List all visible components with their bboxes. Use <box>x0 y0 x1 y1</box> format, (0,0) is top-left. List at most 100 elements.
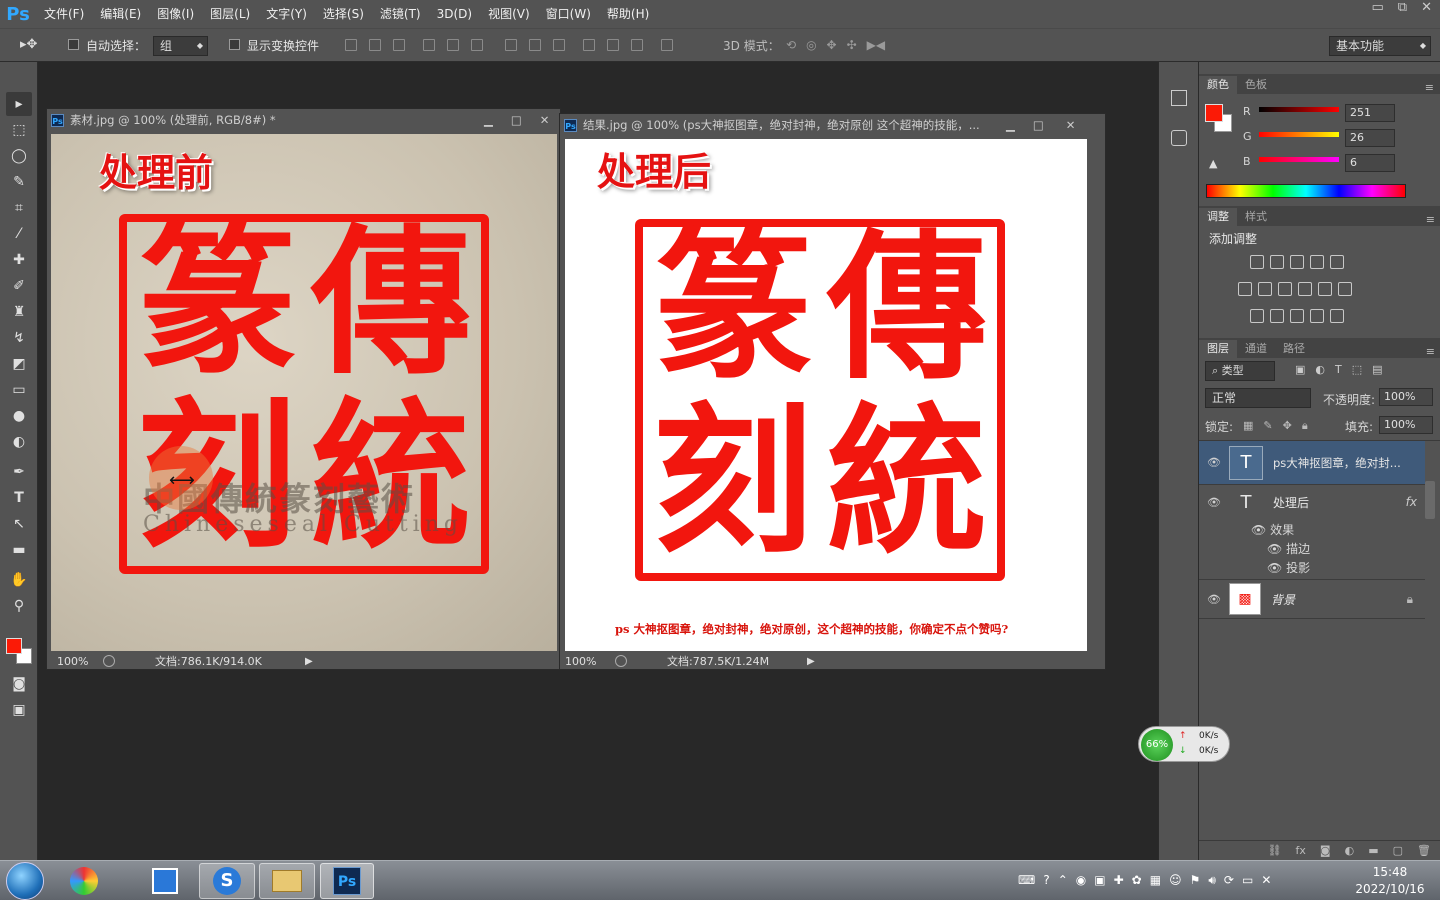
minimize-icon[interactable]: ▭ <box>1372 0 1384 20</box>
color-balance-icon[interactable] <box>1258 282 1272 296</box>
3d-slide-icon[interactable]: ✣ <box>847 38 857 52</box>
menu-select[interactable]: 选择(S) <box>315 0 372 28</box>
marquee-tool-icon[interactable]: ⬚ <box>6 118 32 142</box>
distribute-left-icon[interactable] <box>583 39 595 51</box>
help-icon[interactable]: ? <box>1043 873 1049 888</box>
pen-tool-icon[interactable]: ✒ <box>6 460 32 484</box>
canvas-original[interactable]: 处理前 傳 統 篆 刻 中國傳統篆刻藝術 Chineseseal Cutting… <box>51 134 557 651</box>
delete-layer-icon[interactable]: 🗑︎ <box>1417 844 1431 857</box>
tray-monitor-icon[interactable]: ▭ <box>1242 873 1253 888</box>
taskbar-media-icon[interactable] <box>142 863 188 899</box>
tray-app-icon[interactable]: ✚ <box>1114 873 1124 888</box>
healing-brush-tool-icon[interactable]: ✚ <box>6 248 32 272</box>
align-vcenter-icon[interactable] <box>369 39 381 51</box>
document-title-bar[interactable]: Ps 结果.jpg @ 100% (ps大神抠图章，绝对封神，绝对原创 这个超神… <box>560 114 1105 136</box>
gradient-map-icon[interactable] <box>1330 309 1344 323</box>
blur-tool-icon[interactable]: ● <box>6 404 32 428</box>
close-icon[interactable]: ✕ <box>1421 0 1432 20</box>
keyboard-icon[interactable]: ⌨ <box>1018 873 1035 888</box>
menu-image[interactable]: 图像(I) <box>149 0 202 28</box>
wechat-icon[interactable]: ◉ <box>1076 873 1086 888</box>
eraser-tool-icon[interactable]: ◩ <box>6 352 32 376</box>
filter-shape-icon[interactable]: ⬚ <box>1352 363 1362 376</box>
menu-type[interactable]: 文字(Y) <box>258 0 315 28</box>
distribute-hcenter-icon[interactable] <box>607 39 619 51</box>
add-mask-icon[interactable]: ◙ <box>1320 844 1331 857</box>
channel-mixer-icon[interactable] <box>1318 282 1332 296</box>
r-value-input[interactable]: 251 <box>1345 104 1395 122</box>
tray-arrow-icon[interactable]: ⌃ <box>1058 873 1068 888</box>
doc-minimize-icon[interactable]: ▁ <box>484 113 493 127</box>
opacity-input[interactable]: 100% <box>1379 388 1433 406</box>
tab-adjustments[interactable]: 调整 <box>1199 208 1237 226</box>
g-value-input[interactable]: 26 <box>1345 129 1395 147</box>
layer-fx-icon[interactable]: fx <box>1406 495 1417 509</box>
filter-type-icon[interactable]: T <box>1335 363 1342 376</box>
tray-flower-icon[interactable]: ✿ <box>1132 873 1142 888</box>
zoom-level[interactable]: 100% <box>565 655 609 668</box>
clock[interactable]: 15:48 2022/10/16 <box>1350 864 1430 898</box>
threshold-icon[interactable] <box>1290 309 1304 323</box>
tab-layers[interactable]: 图层 <box>1199 340 1237 358</box>
tab-channels[interactable]: 通道 <box>1237 340 1275 358</box>
restore-icon[interactable]: ⧉ <box>1398 0 1407 20</box>
layer-name[interactable]: 背景 <box>1271 591 1295 608</box>
lock-transparent-icon[interactable]: ▦ <box>1243 419 1253 433</box>
invert-icon[interactable] <box>1250 309 1264 323</box>
network-speed-widget[interactable]: 66% ↑ 0K/s ↓ 0K/s <box>1138 726 1230 762</box>
start-button[interactable] <box>6 862 44 900</box>
distribute-bottom-icon[interactable] <box>553 39 565 51</box>
hand-tool-icon[interactable]: ✋ <box>6 568 32 592</box>
3d-roll-icon[interactable]: ◎ <box>806 38 816 52</box>
lock-all-icon[interactable]: 🔒︎ <box>1302 419 1308 433</box>
add-style-icon[interactable]: fx <box>1296 844 1306 857</box>
status-info-icon[interactable] <box>103 655 115 667</box>
photo-filter-icon[interactable] <box>1298 282 1312 296</box>
menu-edit[interactable]: 编辑(E) <box>92 0 149 28</box>
doc-close-icon[interactable]: ✕ <box>1066 118 1076 132</box>
type-tool-icon[interactable]: T <box>6 486 32 510</box>
levels-icon[interactable] <box>1270 255 1284 269</box>
color-ramp[interactable] <box>1206 184 1406 198</box>
distribute-top-icon[interactable] <box>505 39 517 51</box>
b-value-input[interactable]: 6 <box>1345 154 1395 172</box>
move-tool-icon[interactable]: ▸ <box>6 92 32 116</box>
taskbar-photoshop-icon[interactable]: Ps <box>320 863 374 899</box>
link-layers-icon[interactable]: ⛓︎ <box>1268 844 1282 857</box>
menu-view[interactable]: 视图(V) <box>480 0 538 28</box>
brightness-icon[interactable] <box>1250 255 1264 269</box>
hue-saturation-icon[interactable] <box>1238 282 1252 296</box>
r-slider[interactable] <box>1259 107 1339 112</box>
doc-maximize-icon[interactable]: □ <box>511 113 522 127</box>
status-info-icon[interactable] <box>615 655 627 667</box>
3d-scale-icon[interactable]: ▶◀ <box>867 38 885 52</box>
menu-file[interactable]: 文件(F) <box>36 0 92 28</box>
tray-x-icon[interactable]: ✕ <box>1261 873 1271 888</box>
stamp-tool-icon[interactable]: ♜ <box>6 300 32 324</box>
tray-sync-icon[interactable]: ⟳ <box>1224 873 1234 888</box>
tray-flag-icon[interactable]: ⚑ <box>1190 873 1201 888</box>
exposure-icon[interactable] <box>1310 255 1324 269</box>
align-bottom-icon[interactable] <box>393 39 405 51</box>
tab-styles[interactable]: 样式 <box>1237 208 1275 226</box>
tab-swatches[interactable]: 色板 <box>1237 76 1275 94</box>
lock-image-icon[interactable]: ✎ <box>1263 419 1272 433</box>
menu-window[interactable]: 窗口(W) <box>538 0 599 28</box>
new-layer-icon[interactable]: ▢ <box>1393 844 1403 857</box>
lock-position-icon[interactable]: ✥ <box>1283 419 1292 433</box>
auto-select-checkbox[interactable] <box>68 39 79 50</box>
shadow-eye-icon[interactable]: 👁︎ <box>1267 561 1286 575</box>
path-select-tool-icon[interactable]: ↖ <box>6 512 32 536</box>
tray-grid-icon[interactable]: ▦ <box>1150 873 1161 888</box>
doc-maximize-icon[interactable]: □ <box>1033 118 1044 132</box>
document-title-bar[interactable]: Ps 素材.jpg @ 100% (处理前, RGB/8#) * ▁ □ ✕ <box>47 109 560 131</box>
doc-close-icon[interactable]: ✕ <box>540 113 550 127</box>
filter-pixel-icon[interactable]: ▣ <box>1295 363 1305 376</box>
distribute-right-icon[interactable] <box>631 39 643 51</box>
align-right-icon[interactable] <box>471 39 483 51</box>
g-slider[interactable] <box>1259 132 1339 137</box>
selective-color-icon[interactable] <box>1310 309 1324 323</box>
history-brush-tool-icon[interactable]: ↯ <box>6 326 32 350</box>
effects-eye-icon[interactable]: 👁︎ <box>1251 523 1270 537</box>
gradient-tool-icon[interactable]: ▭ <box>6 378 32 402</box>
